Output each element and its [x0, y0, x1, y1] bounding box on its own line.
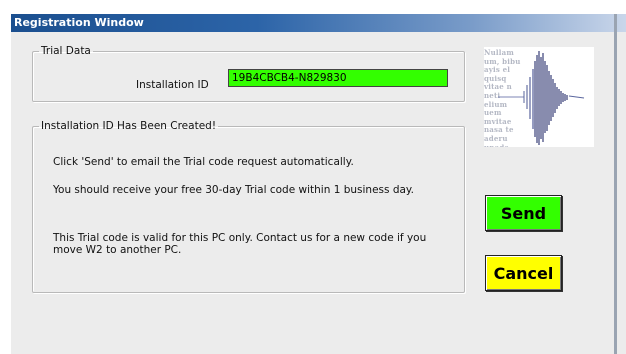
info-line-send: Click 'Send' to email the Trial code req… — [53, 156, 354, 168]
trial-data-legend: Trial Data — [41, 45, 91, 57]
installation-id-field[interactable] — [228, 69, 448, 87]
window-title: Registration Window — [11, 14, 626, 32]
window-right-border — [614, 14, 617, 354]
cancel-button[interactable]: Cancel — [485, 255, 562, 291]
waveform-logo-icon: Nullam um, bibu ayis el quisq vitae n neti eli… — [484, 47, 594, 147]
installation-info-group: Installation ID Has Been Created! — [32, 120, 465, 293]
send-button[interactable]: Send — [485, 195, 562, 231]
installation-info-legend: Installation ID Has Been Created! — [41, 120, 217, 132]
info-line-valid-pc: This Trial code is valid for this PC onl… — [53, 232, 427, 256]
installation-id-label: Installation ID — [136, 79, 209, 91]
info-line-trial-code: You should receive your free 30-day Tria… — [53, 184, 414, 196]
